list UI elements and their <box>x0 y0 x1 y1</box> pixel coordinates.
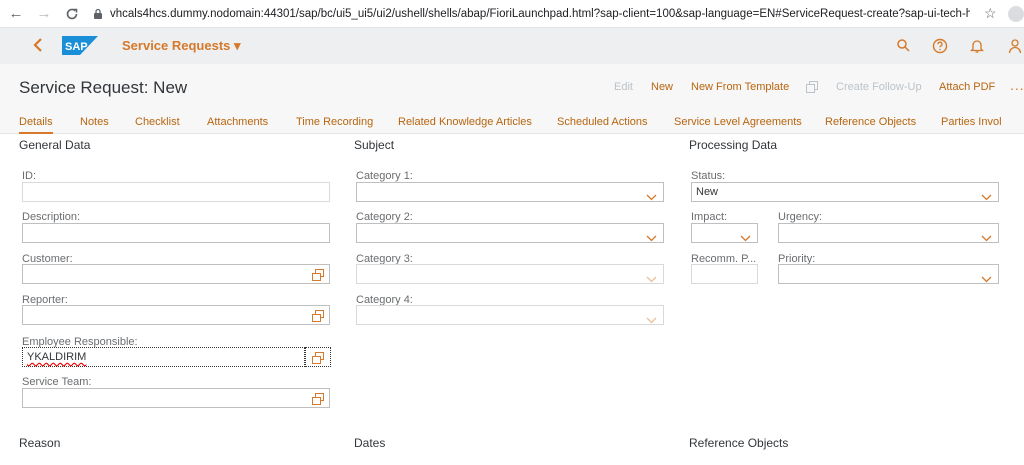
impact-select[interactable] <box>691 223 758 243</box>
category-2-select[interactable] <box>356 223 664 243</box>
browser-toolbar: ← → vhcals4hcs.dummy.nodomain:44301/sap/… <box>0 0 1024 28</box>
chevron-down-icon <box>740 229 751 242</box>
browser-reload-icon[interactable] <box>62 4 82 24</box>
user-icon[interactable] <box>1008 38 1024 54</box>
employee-responsible-value: YKALDIRIM <box>27 351 87 363</box>
new-button[interactable]: New <box>651 81 673 93</box>
reason-title: Reason <box>19 436 61 450</box>
shell-header: SAP Service Requests ▾ <box>0 28 1024 64</box>
description-input[interactable] <box>22 223 330 243</box>
app-title-menu[interactable]: Service Requests ▾ <box>122 38 241 54</box>
browser-forward-icon[interactable]: → <box>34 4 54 24</box>
status-label: Status: <box>691 170 726 182</box>
general-data-title: General Data <box>19 138 91 152</box>
customer-input[interactable] <box>22 264 330 284</box>
category-4-select[interactable] <box>356 305 664 325</box>
status-value: New <box>696 186 719 198</box>
tab-reference-objects[interactable]: Reference Objects <box>825 116 916 128</box>
dates-title: Dates <box>354 436 386 450</box>
employee-responsible-input[interactable]: YKALDIRIM <box>22 347 305 367</box>
priority-select[interactable] <box>778 264 999 284</box>
tab-notes[interactable]: Notes <box>80 116 109 128</box>
sap-logo[interactable]: SAP <box>62 36 98 55</box>
help-icon[interactable] <box>932 38 948 54</box>
object-header: Service Request: New Edit New New From T… <box>0 64 1024 112</box>
value-help-icon[interactable] <box>312 392 324 405</box>
back-chevron-icon[interactable] <box>32 37 48 55</box>
chevron-down-icon <box>981 270 992 283</box>
address-bar[interactable]: vhcals4hcs.dummy.nodomain:44301/sap/bc/u… <box>92 3 976 25</box>
category-1-label: Category 1: <box>356 170 413 182</box>
more-actions-button[interactable]: ... <box>1010 77 1024 93</box>
chevron-down-icon <box>646 270 657 283</box>
value-help-icon[interactable] <box>312 268 324 281</box>
reference-objects-title: Reference Objects <box>689 436 789 450</box>
chevron-down-icon <box>646 311 657 324</box>
notification-bell-icon[interactable] <box>969 38 986 54</box>
recommended-priority-field <box>691 264 758 284</box>
employee-value-help-button[interactable] <box>305 347 331 367</box>
address-url[interactable]: vhcals4hcs.dummy.nodomain:44301/sap/bc/u… <box>110 8 970 20</box>
processing-data-title: Processing Data <box>689 138 778 152</box>
tab-scheduled-actions[interactable]: Scheduled Actions <box>557 116 648 128</box>
tab-service-level-agreements[interactable]: Service Level Agreements <box>674 116 802 128</box>
urgency-select[interactable] <box>778 223 999 243</box>
value-help-icon <box>312 351 324 364</box>
service-team-label: Service Team: <box>22 376 92 388</box>
page-title: Service Request: New <box>19 78 188 97</box>
tab-bar: Details Notes Checklist Attachments Time… <box>0 112 1024 134</box>
reporter-input[interactable] <box>22 305 330 325</box>
chevron-down-icon <box>646 229 657 242</box>
copy-icon[interactable] <box>806 81 818 93</box>
attach-pdf-button[interactable]: Attach PDF <box>939 81 995 93</box>
edit-button[interactable]: Edit <box>614 81 633 93</box>
browser-back-icon[interactable]: ← <box>6 4 26 24</box>
tab-attachments[interactable]: Attachments <box>207 116 268 128</box>
profile-icon[interactable] <box>1008 5 1024 22</box>
chevron-down-icon <box>981 188 992 201</box>
search-icon[interactable] <box>896 38 912 54</box>
impact-label: Impact: <box>691 211 728 223</box>
id-field <box>22 182 330 202</box>
tab-parties-involved[interactable]: Parties Invol <box>941 116 1002 128</box>
id-label: ID: <box>22 170 37 182</box>
service-team-input[interactable] <box>22 388 330 408</box>
bookmark-star-icon[interactable]: ☆ <box>984 5 1002 22</box>
lock-icon <box>92 8 104 20</box>
chevron-down-icon <box>646 188 657 201</box>
sap-logo-text: SAP <box>65 41 88 53</box>
tab-checklist[interactable]: Checklist <box>135 116 180 128</box>
category-2-label: Category 2: <box>356 211 413 223</box>
create-follow-up-button[interactable]: Create Follow-Up <box>836 81 922 93</box>
tab-details[interactable]: Details <box>19 116 53 134</box>
tab-related-knowledge-articles[interactable]: Related Knowledge Articles <box>398 116 532 128</box>
value-help-icon[interactable] <box>312 309 324 322</box>
tab-time-recording[interactable]: Time Recording <box>296 116 373 128</box>
description-label: Description: <box>22 211 81 223</box>
category-1-select[interactable] <box>356 182 664 202</box>
category-3-select[interactable] <box>356 264 664 284</box>
chevron-down-icon <box>981 229 992 242</box>
subject-title: Subject <box>354 138 395 152</box>
new-from-template-button[interactable]: New From Template <box>691 81 789 93</box>
urgency-label: Urgency: <box>778 211 823 223</box>
status-select[interactable]: New <box>691 182 999 202</box>
